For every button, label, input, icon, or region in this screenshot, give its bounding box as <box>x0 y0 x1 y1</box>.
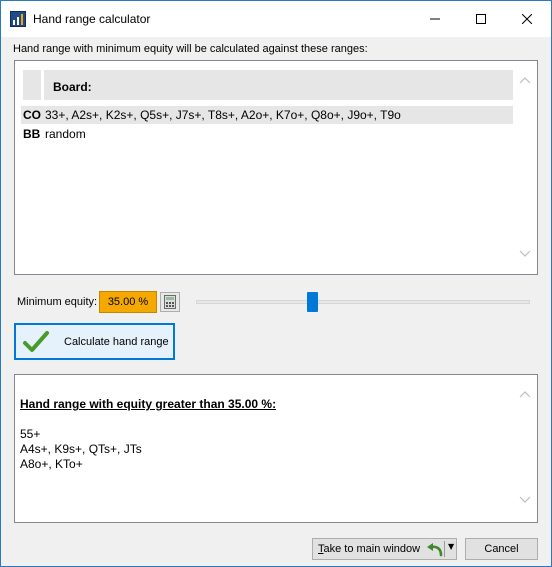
range-text: 33+, A2s+, K2s+, Q5s+, J7s+, T8s+, A2o+,… <box>45 108 401 122</box>
title-bar: Hand range calculator <box>1 1 551 37</box>
result-title: Hand range with equity greater than 35.0… <box>20 397 277 411</box>
maximize-icon <box>476 14 486 24</box>
close-icon <box>522 14 532 24</box>
undo-arrow-icon <box>427 543 443 557</box>
app-icon <box>10 11 26 27</box>
board-row[interactable]: Board: <box>23 70 513 100</box>
close-button[interactable] <box>504 1 550 37</box>
maximize-button[interactable] <box>458 1 504 37</box>
result-line: A8o+, KTo+ <box>20 457 83 471</box>
position-label: CO <box>23 108 41 122</box>
calculate-hand-range-button[interactable]: Calculate hand range <box>14 323 175 360</box>
scroll-down-icon[interactable] <box>519 493 531 507</box>
take-to-main-window-label: Take to main window <box>318 543 420 555</box>
take-to-main-window-button[interactable]: Take to main window ▼ <box>312 538 457 560</box>
label-rest: ake to main window <box>323 543 421 555</box>
scroll-up-icon[interactable] <box>519 73 531 87</box>
cancel-button[interactable]: Cancel <box>465 538 538 560</box>
minimize-button[interactable] <box>412 1 458 37</box>
split-divider <box>444 541 445 557</box>
result-line: A4s+, K9s+, QTs+, JTs <box>20 442 142 456</box>
ranges-panel[interactable]: Board: CO 33+, A2s+, K2s+, Q5s+, J7s+, T8… <box>14 60 538 275</box>
calculate-hand-range-label: Calculate hand range <box>64 335 169 348</box>
result-line: 55+ <box>20 427 41 441</box>
equity-slider-thumb[interactable] <box>307 292 319 312</box>
equity-slider-track[interactable] <box>196 300 530 304</box>
position-label: BB <box>23 127 41 141</box>
minimize-icon <box>430 18 440 20</box>
calculator-icon <box>164 295 176 309</box>
checkmark-icon <box>23 330 49 352</box>
instructions-text: Hand range with minimum equity will be c… <box>13 43 368 55</box>
scroll-up-icon[interactable] <box>519 387 531 401</box>
range-row-bb[interactable]: BB random <box>21 125 513 143</box>
scroll-down-icon[interactable] <box>519 247 531 261</box>
minimum-equity-label: Minimum equity: <box>17 296 98 308</box>
board-row-divider <box>41 70 44 100</box>
board-label: Board: <box>53 80 92 94</box>
result-panel[interactable]: Hand range with equity greater than 35.0… <box>14 374 538 523</box>
range-row-co[interactable]: CO 33+, A2s+, K2s+, Q5s+, J7s+, T8s+, A2o… <box>21 106 513 124</box>
minimum-equity-field[interactable]: 35.00 % <box>99 291 157 313</box>
range-text: random <box>45 127 86 141</box>
hand-range-calculator-window: Hand range calculator Hand range with mi… <box>0 0 552 567</box>
dropdown-caret-icon[interactable]: ▼ <box>448 542 454 551</box>
equity-calculator-button[interactable] <box>160 292 180 312</box>
window-title: Hand range calculator <box>33 12 151 26</box>
